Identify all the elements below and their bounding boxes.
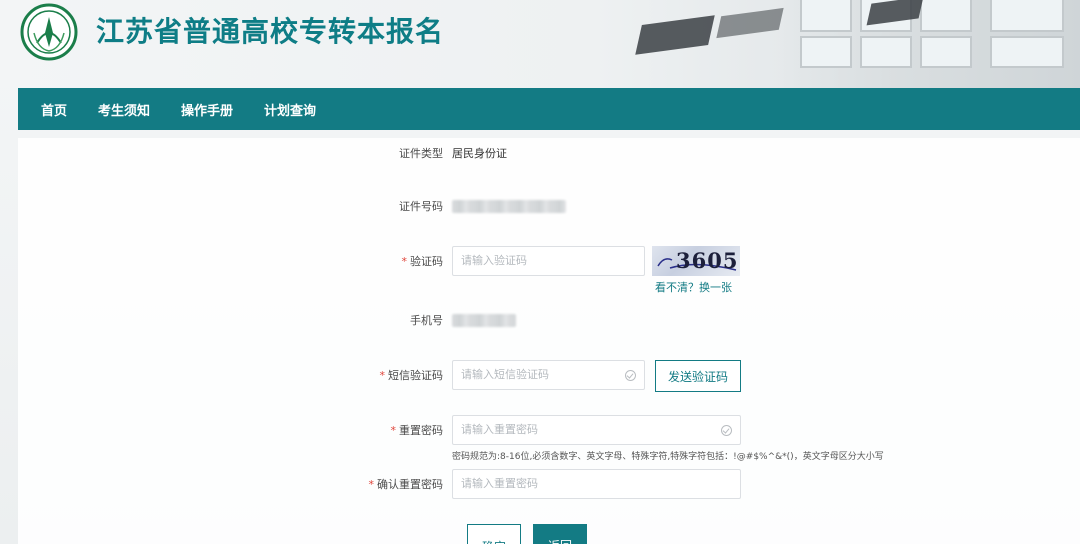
banner-window [990,0,1064,32]
banner-window [990,36,1064,68]
main-nav: 首页 考生须知 操作手册 计划查询 [18,88,1080,130]
graduation-cap-icon [716,7,784,39]
confirm-password-label: * 确认重置密码 [368,478,444,491]
confirm-button[interactable]: 确定 [467,524,521,544]
id-type-label: 证件类型 [399,147,443,160]
reset-password-form: 证件类型 居民身份证 证件号码 * 验证码 请输入验证码 3605 看不清？换一张… [18,138,1080,544]
captcha-label: * 验证码 [401,255,444,268]
form-row-phone: 手机号 [18,305,1080,337]
form-row-confirm-password: * 确认重置密码 请输入重置密码 [18,469,1080,501]
required-mark: * [401,255,408,268]
page: 江苏省普通高校专转本报名 首页 考生须知 操作手册 计划查询 证件类型 居民身份… [0,0,1080,544]
graduation-cap-icon [635,15,715,55]
site-title: 江苏省普通高校专转本报名 [96,15,445,48]
form-row-captcha: * 验证码 请输入验证码 3605 看不清？换一张 [18,246,1080,294]
header-banner: 江苏省普通高校专转本报名 [0,0,1080,88]
id-number-redacted [452,200,566,213]
captcha-input[interactable]: 请输入验证码 [452,246,645,276]
banner-window [920,36,972,68]
nav-item-home[interactable]: 首页 [41,100,67,119]
check-circle-icon [625,370,636,381]
banner-window [860,36,912,68]
banner-window [800,36,852,68]
captcha-text: 3605 [676,248,739,273]
phone-label: 手机号 [410,314,443,327]
confirm-password-input[interactable]: 请输入重置密码 [452,469,741,499]
captcha-image[interactable]: 3605 [652,246,740,276]
banner-window [920,0,972,32]
id-type-value: 居民身份证 [452,147,507,160]
check-circle-icon [721,425,732,436]
banner-window [800,0,852,32]
nav-item-plan-query[interactable]: 计划查询 [264,100,316,119]
phone-redacted [452,314,516,327]
sms-code-input[interactable]: 请输入短信验证码 [452,360,645,390]
form-row-new-password: * 重置密码 请输入重置密码 密码规范为:8-16位,必须含数字、英文字母、特殊字… [18,415,1080,462]
nav-item-manual[interactable]: 操作手册 [181,100,233,119]
sms-code-label: * 短信验证码 [379,369,444,382]
password-rule-hint: 密码规范为:8-16位,必须含数字、英文字母、特殊字符,特殊字符包括：!@#$%… [452,452,884,462]
school-emblem-icon [20,3,78,61]
new-password-label: * 重置密码 [390,424,444,437]
id-number-label: 证件号码 [399,200,443,213]
form-row-sms-code: * 短信验证码 请输入短信验证码 发送验证码 [18,360,1080,392]
form-row-id-number: 证件号码 [18,191,1080,223]
new-password-input[interactable]: 请输入重置密码 [452,415,741,445]
nav-item-exam-notice[interactable]: 考生须知 [98,100,150,119]
form-row-id-type: 证件类型 居民身份证 [18,138,1080,170]
captcha-refresh-link[interactable]: 看不清？换一张 [655,279,732,295]
send-sms-code-button[interactable]: 发送验证码 [655,360,741,392]
back-button[interactable]: 返回 [533,524,587,544]
